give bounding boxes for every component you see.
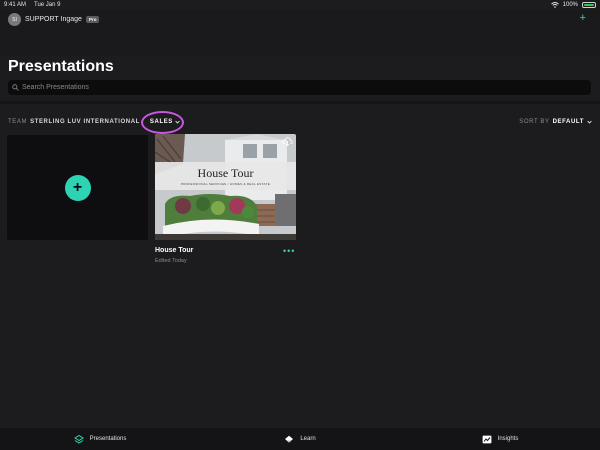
plan-badge: Pro: [85, 16, 100, 23]
tab-learn[interactable]: Learn: [200, 435, 400, 444]
app-header: SI SUPPORT Ingage Pro +: [0, 10, 600, 55]
battery-icon: [582, 2, 596, 8]
sort-prefix: SORT BY: [519, 119, 550, 125]
cloud-download-icon[interactable]: [282, 137, 293, 146]
tab-bar: Presentations Learn Insights: [0, 428, 600, 450]
presentation-title[interactable]: House Tour: [155, 247, 193, 254]
search-icon: [12, 84, 19, 91]
add-presentation-icon[interactable]: +: [580, 13, 586, 24]
search-input[interactable]: Search Presentations: [22, 84, 89, 91]
plus-icon[interactable]: +: [64, 174, 91, 201]
insights-icon: [482, 435, 492, 443]
chevron-down-icon: [587, 120, 592, 124]
tab-label: Learn: [300, 436, 316, 442]
team-prefix: TEAM: [8, 119, 28, 125]
thumbnail-title: House Tour: [197, 166, 254, 180]
status-bar: 9:41 AM Tue Jan 9 100%: [0, 0, 600, 10]
thumbnail-subtitle: PROFESSIONAL SERVICES / HOMES & REAL EST…: [180, 182, 271, 186]
new-presentation-card[interactable]: +: [7, 135, 148, 240]
account-name: SUPPORT Ingage: [25, 16, 82, 23]
page-title: Presentations: [8, 58, 114, 75]
sort-control[interactable]: SORT BY DEFAULT: [519, 119, 592, 125]
tab-label: Insights: [497, 436, 519, 442]
team-name[interactable]: STERLING LUV INTERNATIONAL: [30, 119, 140, 125]
presentation-thumbnail[interactable]: House Tour PROFESSIONAL SERVICES / HOMES…: [155, 134, 296, 240]
tab-insights[interactable]: Insights: [400, 435, 600, 444]
house-image: [155, 134, 296, 240]
battery-percent: 100%: [562, 2, 578, 8]
status-date: Tue Jan 9: [34, 2, 61, 8]
filter-row: TEAM STERLING LUV INTERNATIONAL SALES SO…: [8, 111, 592, 134]
account-switcher[interactable]: SI SUPPORT Ingage Pro: [8, 13, 100, 26]
wifi-icon: [550, 2, 559, 8]
tab-presentations[interactable]: Presentations: [0, 434, 200, 444]
learn-icon: [285, 435, 294, 443]
presentation-meta: Edited Today: [155, 258, 187, 264]
department-filter[interactable]: SALES: [140, 111, 185, 134]
presentations-icon: [73, 434, 84, 444]
sort-value: DEFAULT: [552, 119, 584, 125]
more-options-icon[interactable]: •••: [283, 247, 295, 256]
header-divider: [0, 101, 600, 104]
highlight-ring: [140, 111, 184, 134]
status-time: 9:41 AM: [4, 2, 27, 8]
tab-label: Presentations: [89, 436, 127, 442]
avatar[interactable]: SI: [8, 13, 21, 26]
search-bar[interactable]: Search Presentations: [8, 80, 591, 95]
